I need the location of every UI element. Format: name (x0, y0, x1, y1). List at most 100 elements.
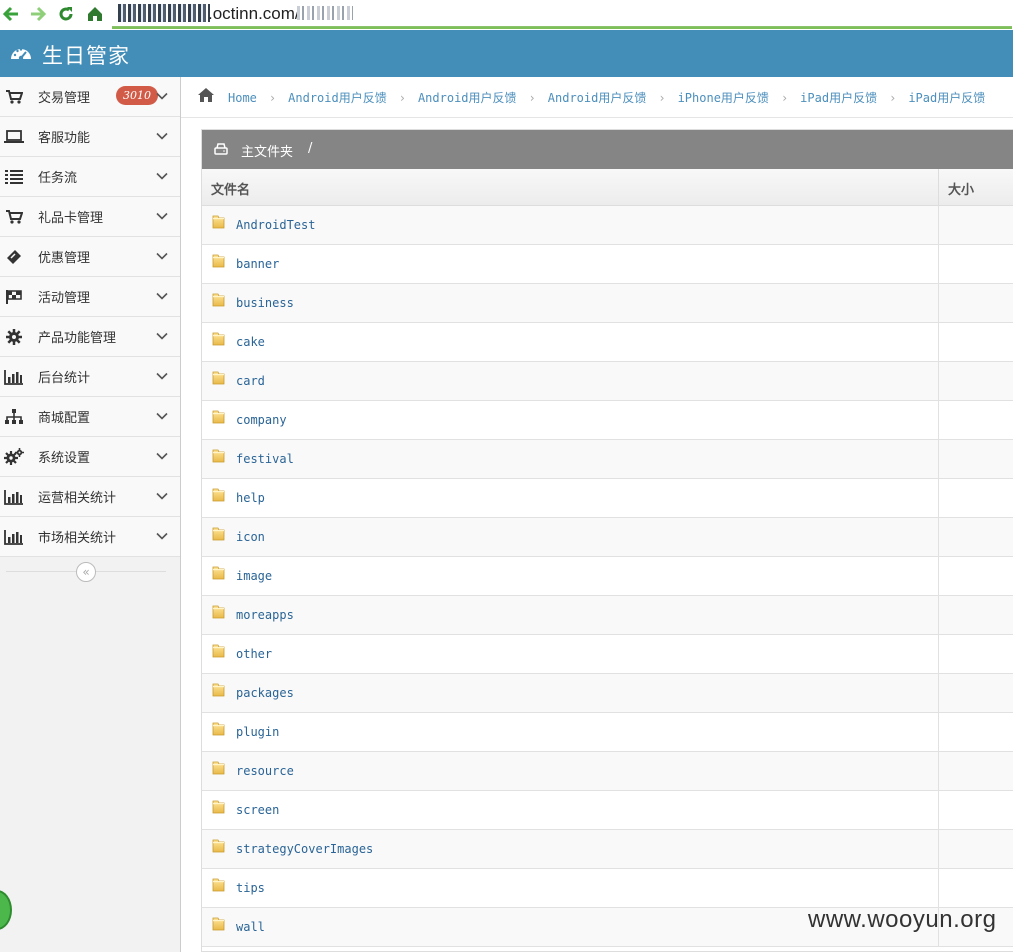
sidebar-item-8[interactable]: 商城配置 (0, 397, 180, 437)
sidebar-item-5[interactable]: 活动管理 (0, 277, 180, 317)
browser-toolbar: .octinn.com/ (0, 0, 1013, 30)
table-header: 文件名 大小 (202, 169, 1013, 206)
sidebar-item-10[interactable]: 运营相关统计 (0, 477, 180, 517)
folder-icon (212, 371, 225, 385)
breadcrumb-link[interactable]: iPhone用户反馈 (678, 91, 769, 105)
cart-icon (4, 87, 24, 107)
watermark: www.wooyun.org (808, 906, 997, 933)
folder-icon (212, 410, 225, 424)
sidebar-item-label: 商城配置 (38, 411, 91, 426)
folder-link[interactable]: card (236, 374, 265, 388)
sidebar: 交易管理 3010 客服功能任务流 礼品卡管理 优惠管理 活动管理产品功能管理 后台统计商城… (0, 77, 181, 952)
sidebar-item-4[interactable]: 优惠管理 (0, 237, 180, 277)
folder-link[interactable]: wall (236, 920, 265, 934)
table-row: image (202, 557, 1013, 596)
folder-icon (212, 293, 225, 307)
sitemap-icon (4, 407, 24, 427)
chevron-down-icon (156, 292, 168, 300)
flag-icon (4, 287, 24, 307)
table-row: company (202, 401, 1013, 440)
table-row: card (202, 362, 1013, 401)
chevron-down-icon (156, 412, 168, 420)
breadcrumb: Home › Android用户反馈 › Android用户反馈 › Android用户反馈… (181, 77, 1013, 118)
folder-link[interactable]: resource (236, 764, 294, 778)
cart-icon (4, 207, 24, 227)
home-icon (198, 88, 214, 102)
folder-link[interactable]: other (236, 647, 272, 661)
folder-icon (212, 527, 225, 541)
breadcrumb-link[interactable]: iPad用户反馈 (800, 91, 877, 105)
breadcrumb-link[interactable]: Home (228, 91, 257, 105)
ticket-icon (4, 247, 24, 267)
file-browser-panel: 主文件夹 / 文件名 大小 AndroidTest banner business c… (201, 129, 1013, 952)
folder-icon (212, 761, 225, 775)
folder-link[interactable]: screen (236, 803, 279, 817)
folder-link[interactable]: banner (236, 257, 279, 271)
folder-link[interactable]: plugin (236, 725, 279, 739)
forward-icon[interactable] (27, 3, 49, 25)
chevron-down-icon (156, 252, 168, 260)
url-text: .octinn.com/ (208, 4, 300, 23)
folder-link[interactable]: cake (236, 335, 265, 349)
table-row: packages (202, 674, 1013, 713)
sidebar-item-label: 客服功能 (38, 131, 91, 146)
folder-link[interactable]: company (236, 413, 287, 427)
breadcrumb-link[interactable]: Android用户反馈 (548, 91, 647, 105)
sidebar-item-6[interactable]: 产品功能管理 (0, 317, 180, 357)
folder-link[interactable]: festival (236, 452, 294, 466)
table-row: festival (202, 440, 1013, 479)
column-size[interactable]: 大小 (948, 179, 974, 198)
folder-link[interactable]: moreapps (236, 608, 294, 622)
sidebar-item-label: 产品功能管理 (38, 331, 117, 346)
folder-link[interactable]: tips (236, 881, 265, 895)
folder-icon (212, 566, 225, 580)
folder-icon (212, 683, 225, 697)
sidebar-item-label: 后台统计 (38, 371, 91, 386)
folder-link[interactable]: AndroidTest (236, 218, 315, 232)
breadcrumb-separator: › (780, 91, 789, 105)
panel-header: 主文件夹 / (202, 130, 1013, 169)
sidebar-item-label: 系统设置 (38, 451, 91, 466)
folder-link[interactable]: packages (236, 686, 294, 700)
breadcrumb-link[interactable]: iPad用户反馈 (908, 91, 985, 105)
table-row: AndroidTest (202, 206, 1013, 245)
folder-icon (212, 800, 225, 814)
sidebar-item-1[interactable]: 客服功能 (0, 117, 180, 157)
address-bar[interactable]: .octinn.com/ (112, 0, 1012, 29)
breadcrumb-separator: › (398, 91, 406, 105)
sidebar-item-2[interactable]: 任务流 (0, 157, 180, 197)
app-title[interactable]: 生日管家 (42, 40, 130, 70)
back-icon[interactable] (0, 3, 22, 25)
table-row: strategyCoverImages (202, 830, 1013, 869)
folder-icon (212, 722, 225, 736)
laptop-icon (4, 127, 24, 147)
breadcrumb-link[interactable]: Android用户反馈 (418, 91, 517, 105)
folder-icon (212, 254, 225, 268)
sidebar-item-label: 交易管理 (38, 91, 91, 106)
folder-link[interactable]: icon (236, 530, 265, 544)
chevron-down-icon (156, 132, 168, 140)
sidebar-item-11[interactable]: 市场相关统计 (0, 517, 180, 557)
sidebar-item-0[interactable]: 交易管理 3010 (0, 77, 180, 117)
table-row: other (202, 635, 1013, 674)
table-row: icon (202, 518, 1013, 557)
folder-link[interactable]: help (236, 491, 265, 505)
folder-icon (212, 878, 225, 892)
table-row: business (202, 284, 1013, 323)
sidebar-item-9[interactable]: 系统设置 (0, 437, 180, 477)
folder-link[interactable]: strategyCoverImages (236, 842, 373, 856)
folder-link[interactable]: business (236, 296, 294, 310)
collapse-icon[interactable]: « (76, 562, 96, 582)
folder-link[interactable]: image (236, 569, 272, 583)
sidebar-item-3[interactable]: 礼品卡管理 (0, 197, 180, 237)
sidebar-item-7[interactable]: 后台统计 (0, 357, 180, 397)
app-header: 生日管家 (0, 30, 1013, 77)
path-separator: / (308, 141, 313, 156)
home-browser-icon[interactable] (84, 3, 106, 25)
folder-icon (212, 605, 225, 619)
reload-icon[interactable] (55, 3, 77, 25)
redacted-path (297, 6, 353, 20)
breadcrumb-link[interactable]: Android用户反馈 (288, 91, 387, 105)
column-filename[interactable]: 文件名 (211, 179, 250, 198)
folder-title[interactable]: 主文件夹 (241, 141, 293, 160)
